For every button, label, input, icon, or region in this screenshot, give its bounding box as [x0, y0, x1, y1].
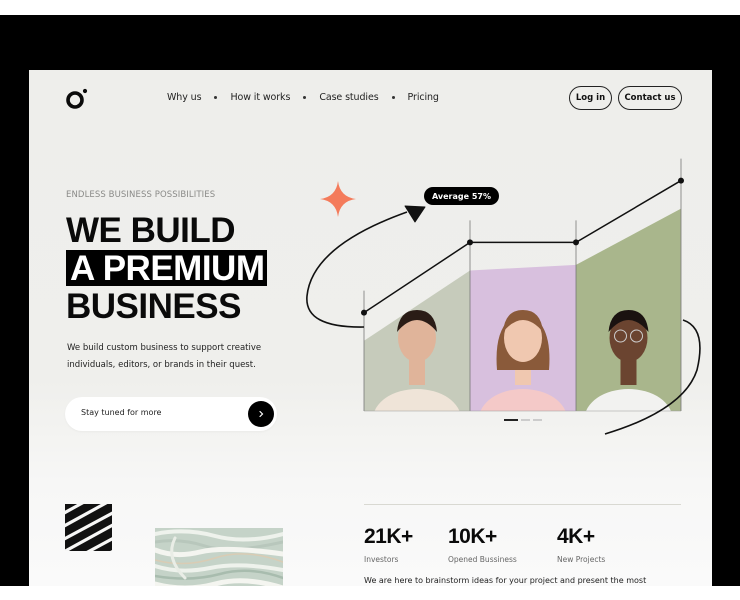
- section-divider: [364, 504, 681, 505]
- nav-how-it-works[interactable]: How it works: [230, 92, 290, 103]
- brand-logo-icon[interactable]: [66, 88, 88, 110]
- carousel-dot-active[interactable]: [504, 419, 518, 421]
- subscribe-submit-button[interactable]: [248, 401, 274, 427]
- marble-texture-image: [155, 528, 283, 586]
- stat-value: 4K+: [557, 525, 595, 548]
- carousel-dot[interactable]: [533, 419, 542, 421]
- headline-line-3: BUSINESS: [66, 287, 241, 326]
- growth-point: [573, 239, 579, 246]
- nav-separator: [303, 96, 307, 99]
- hero-description: We build custom business to support crea…: [67, 343, 262, 370]
- login-button[interactable]: Log in: [569, 86, 612, 110]
- headline-line-1: WE BUILD: [66, 211, 236, 250]
- sparkle-icon: [320, 181, 356, 217]
- contact-us-button[interactable]: Contact us: [618, 86, 682, 110]
- subscribe-field[interactable]: Stay tuned for more: [65, 397, 277, 431]
- stat-label: New Projects: [557, 555, 606, 564]
- striped-square-decoration: [65, 504, 112, 551]
- portrait-body: [374, 389, 460, 411]
- stat-value: 10K+: [448, 525, 497, 548]
- average-badge: Average 57%: [424, 187, 499, 205]
- stat-investors: 21K+ Investors: [364, 525, 413, 564]
- carousel-indicator: [504, 419, 542, 421]
- about-text: We are here to brainstorm ideas for your…: [364, 576, 647, 585]
- stat-label: Opened Bussiness: [448, 555, 517, 564]
- portrait-body: [586, 389, 671, 411]
- landing-page: Why us How it works Case studies Pricing…: [29, 70, 712, 586]
- nav-separator: [391, 96, 395, 99]
- hero-growth-visual: [306, 158, 701, 435]
- chevron-right-icon: [259, 410, 264, 418]
- growth-point: [678, 177, 684, 184]
- nav-separator: [214, 96, 218, 99]
- subscribe-placeholder: Stay tuned for more: [81, 408, 162, 417]
- decorative-curve-left: [306, 211, 408, 328]
- carousel-dot[interactable]: [521, 419, 530, 421]
- stat-new-projects: 4K+ New Projects: [557, 525, 605, 564]
- stat-value: 21K+: [364, 525, 413, 548]
- growth-point: [361, 309, 367, 316]
- headline-line-2-highlighted: A PREMIUM: [66, 250, 268, 287]
- nav-why-us[interactable]: Why us: [167, 92, 202, 103]
- nav-pricing[interactable]: Pricing: [408, 92, 439, 103]
- growth-point: [467, 239, 473, 246]
- main-nav: Why us How it works Case studies Pricing: [167, 92, 439, 103]
- nav-case-studies[interactable]: Case studies: [319, 92, 378, 103]
- cursor-arrow-icon: [404, 205, 426, 223]
- hero-eyebrow: ENDLESS BUSINESS POSSIBILITIES: [66, 190, 216, 200]
- stat-opened-business: 10K+ Opened Bussiness: [448, 525, 517, 564]
- stat-label: Investors: [364, 555, 399, 564]
